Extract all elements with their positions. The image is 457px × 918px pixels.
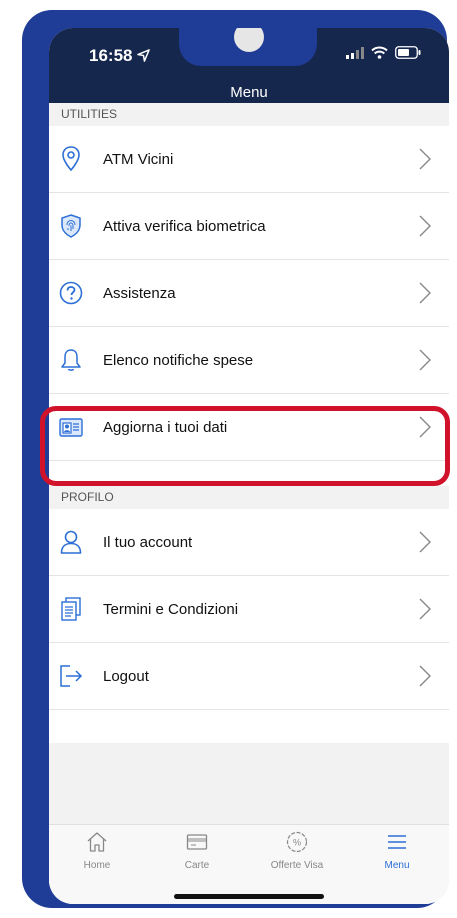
user-icon [59, 529, 83, 555]
menu-item-notifiche-spese[interactable]: Elenco notifiche spese [49, 327, 449, 394]
tab-carte[interactable]: Carte [162, 831, 232, 871]
menu-item-label: Logout [103, 667, 149, 685]
section-header-profilo: PROFILO [49, 486, 449, 509]
notch [179, 28, 317, 66]
tab-home[interactable]: Home [62, 831, 132, 871]
tab-label: Home [83, 860, 111, 871]
menu-item-label: Termini e Condizioni [103, 600, 239, 618]
chevron-right-icon [419, 282, 431, 304]
menu-item-attiva-biometrica[interactable]: Attiva verifica biometrica [49, 193, 449, 260]
bell-icon [59, 347, 83, 373]
chevron-right-icon [419, 349, 431, 371]
battery-icon [395, 46, 421, 59]
status-bar: 16:58 Menu [49, 28, 449, 103]
help-icon [59, 280, 83, 306]
menu-icon [388, 835, 406, 849]
menu-item-assistenza[interactable]: Assistenza [49, 260, 449, 327]
chevron-right-icon [419, 531, 431, 553]
wifi-icon [371, 46, 388, 59]
tab-bar: Home Carte % Offerte Visa Menu [49, 824, 449, 904]
chevron-right-icon [419, 598, 431, 620]
document-icon [59, 596, 83, 622]
chevron-right-icon [419, 148, 431, 170]
status-time: 16:58 [89, 46, 151, 66]
menu-item-label: Elenco notifiche spese [103, 351, 254, 369]
menu-item-atm-vicini[interactable]: ATM Vicini [49, 126, 449, 193]
fingerprint-shield-icon [59, 213, 83, 239]
tab-label: Carte [184, 860, 210, 871]
chevron-right-icon [419, 215, 431, 237]
tab-offerte-visa[interactable]: % Offerte Visa [262, 831, 332, 871]
logout-icon [59, 663, 83, 689]
chevron-right-icon [419, 665, 431, 687]
percent-icon: % [286, 831, 308, 853]
menu-item-il-tuo-account[interactable]: Il tuo account [49, 509, 449, 576]
section-header-utilities: UTILITIES [49, 103, 449, 126]
svg-text:%: % [293, 838, 301, 848]
signal-icon [346, 46, 364, 59]
menu-item-label: Assistenza [103, 284, 176, 302]
tab-menu[interactable]: Menu [362, 831, 432, 871]
page-title: Menu [230, 84, 268, 101]
menu-item-label: Attiva verifica biometrica [103, 217, 266, 235]
highlight-frame [40, 406, 450, 486]
status-icons [346, 46, 421, 59]
tab-label: Offerte Visa [270, 860, 324, 871]
tab-label: Menu [384, 860, 410, 871]
menu-item-label: ATM Vicini [103, 150, 174, 168]
menu-item-logout[interactable]: Logout [49, 643, 449, 710]
home-icon [87, 832, 107, 852]
profilo-list: Il tuo account Termini e Condizioni Logo… [49, 509, 449, 710]
card-icon [186, 834, 208, 850]
camera [234, 28, 264, 52]
location-arrow-icon [137, 49, 151, 62]
location-pin-icon [59, 146, 83, 172]
menu-item-label: Il tuo account [103, 533, 193, 551]
menu-item-termini-condizioni[interactable]: Termini e Condizioni [49, 576, 449, 643]
home-indicator[interactable] [174, 894, 324, 899]
